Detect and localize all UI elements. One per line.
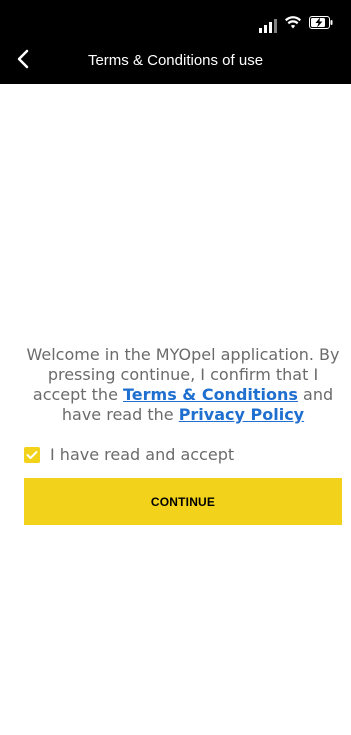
welcome-text: Welcome in the MYOpel application. By pr… (24, 345, 342, 425)
signal-icon (259, 19, 277, 33)
chevron-left-icon (16, 49, 30, 73)
accept-label: I have read and accept (50, 445, 235, 464)
back-button[interactable] (6, 44, 40, 78)
terms-screen: Terms & Conditions of use Welcome in the… (0, 0, 351, 735)
wifi-icon (285, 14, 301, 33)
accept-checkbox-row[interactable]: I have read and accept (24, 445, 234, 464)
continue-button[interactable]: CONTINUE (24, 478, 342, 525)
page-title: Terms & Conditions of use (87, 52, 264, 69)
app-header: Terms & Conditions of use (0, 38, 351, 84)
terms-link[interactable]: Terms & Conditions (123, 385, 298, 404)
status-bar (0, 0, 351, 38)
privacy-policy-link[interactable]: Privacy Policy (179, 405, 304, 424)
status-icons (259, 14, 333, 33)
terms-content: Welcome in the MYOpel application. By pr… (24, 345, 342, 425)
checkmark-icon (26, 450, 38, 459)
accept-checkbox[interactable] (24, 446, 40, 463)
continue-button-label: CONTINUE (150, 494, 216, 509)
battery-charging-icon (309, 14, 333, 33)
